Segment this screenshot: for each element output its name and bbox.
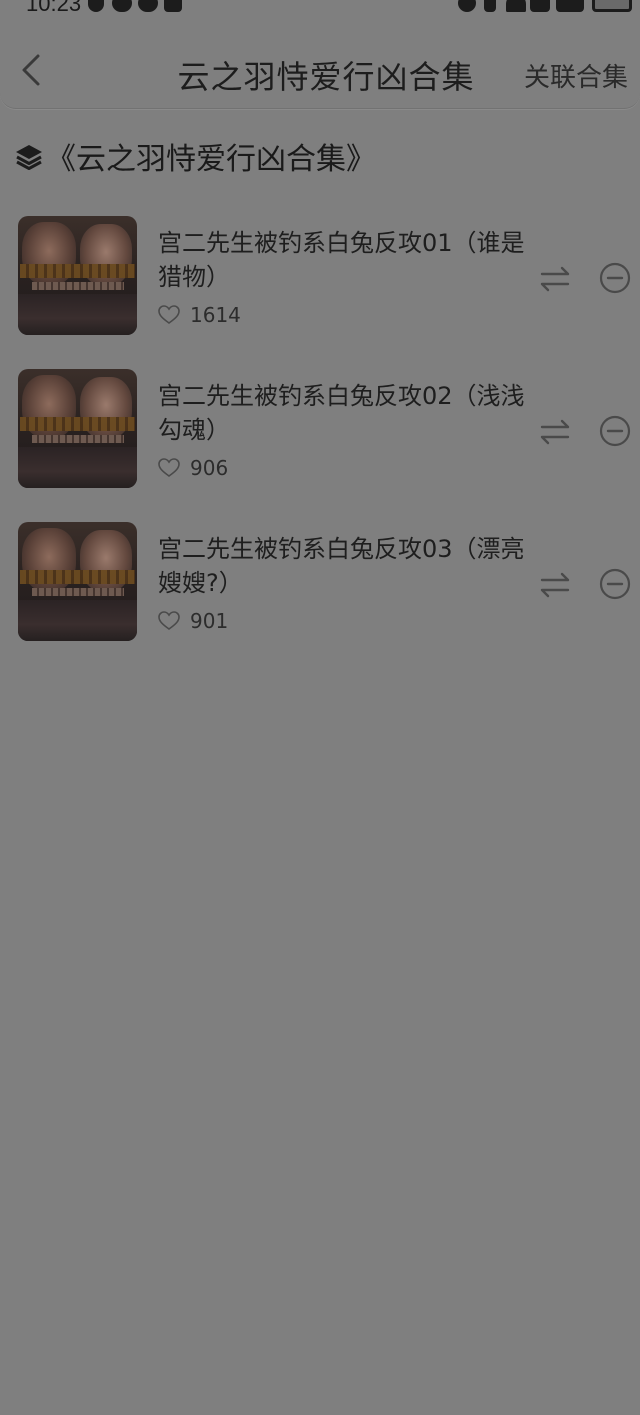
remove-circle-icon <box>599 568 631 600</box>
reorder-button[interactable] <box>538 568 572 602</box>
remove-circle-icon <box>599 415 631 447</box>
list-item[interactable]: 宫二先生被钓系白兔反攻03（漂亮嫂嫂?） 901 <box>0 522 640 642</box>
message-icon <box>138 0 158 12</box>
episode-thumbnail[interactable] <box>18 522 137 641</box>
list-item[interactable]: 宫二先生被钓系白兔反攻01（谁是猎物） 1614 <box>0 216 640 336</box>
heart-outline-icon <box>158 458 180 477</box>
wifi-icon <box>506 0 526 12</box>
layers-icon <box>16 145 42 170</box>
reorder-button[interactable] <box>538 415 572 449</box>
related-collection-button[interactable]: 关联合集 <box>524 57 628 94</box>
status-bar: 10:23 <box>0 0 640 16</box>
alarm-icon <box>458 0 476 12</box>
like-count: 901 <box>158 608 228 634</box>
like-count-value: 1614 <box>190 303 241 327</box>
shield-icon <box>88 0 104 12</box>
wechat-icon <box>112 0 132 12</box>
reorder-button[interactable] <box>538 262 572 296</box>
heart-outline-icon <box>158 611 180 630</box>
bluetooth-icon <box>484 0 496 12</box>
top-nav-bar: 云之羽恃爱行凶合集 关联合集 <box>0 22 640 109</box>
swap-arrows-icon <box>540 266 570 292</box>
hd-icon <box>530 0 550 12</box>
list-item[interactable]: 宫二先生被钓系白兔反攻02（浅浅勾魂） 906 <box>0 369 640 489</box>
notification-icon <box>164 0 182 12</box>
heart-outline-icon <box>158 305 180 324</box>
collection-heading: 《云之羽恃爱行凶合集》 <box>14 136 376 177</box>
like-count-value: 906 <box>190 456 229 480</box>
remove-button[interactable] <box>598 414 632 448</box>
like-count: 1614 <box>158 302 241 328</box>
like-count: 906 <box>158 455 228 481</box>
signal-icon <box>556 0 584 12</box>
like-count-value: 901 <box>190 609 229 633</box>
swap-arrows-icon <box>540 419 570 445</box>
remove-circle-icon <box>599 262 631 294</box>
episode-title[interactable]: 宫二先生被钓系白兔反攻01（谁是猎物） <box>158 226 528 294</box>
episode-title[interactable]: 宫二先生被钓系白兔反攻03（漂亮嫂嫂?） <box>158 532 528 600</box>
episode-title[interactable]: 宫二先生被钓系白兔反攻02（浅浅勾魂） <box>158 379 528 447</box>
status-time: 10:23 <box>26 0 82 16</box>
episode-thumbnail[interactable] <box>18 216 137 335</box>
episode-thumbnail[interactable] <box>18 369 137 488</box>
collection-heading-text: 《云之羽恃爱行凶合集》 <box>46 142 376 177</box>
remove-button[interactable] <box>598 261 632 295</box>
remove-button[interactable] <box>598 567 632 601</box>
swap-arrows-icon <box>540 572 570 598</box>
battery-icon <box>592 0 632 12</box>
